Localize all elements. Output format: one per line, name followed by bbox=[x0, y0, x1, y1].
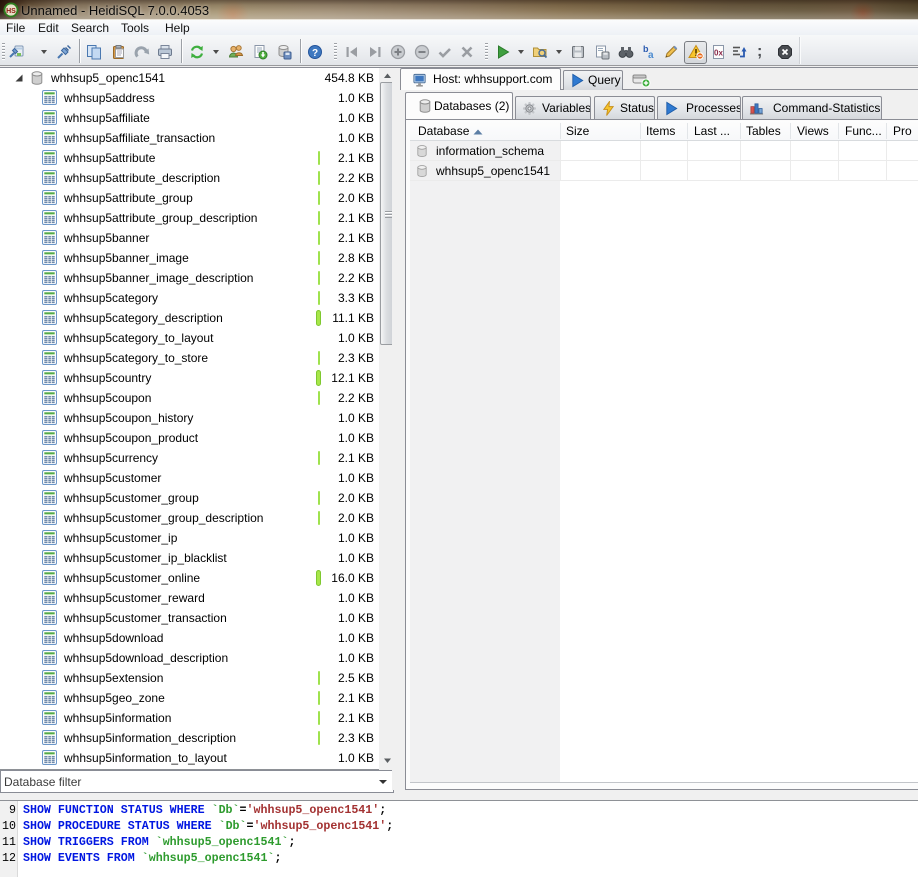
svg-text:?: ? bbox=[312, 48, 318, 59]
svg-text:a: a bbox=[648, 50, 654, 60]
svg-text:HS: HS bbox=[6, 8, 16, 15]
svg-text:0x: 0x bbox=[714, 49, 723, 58]
